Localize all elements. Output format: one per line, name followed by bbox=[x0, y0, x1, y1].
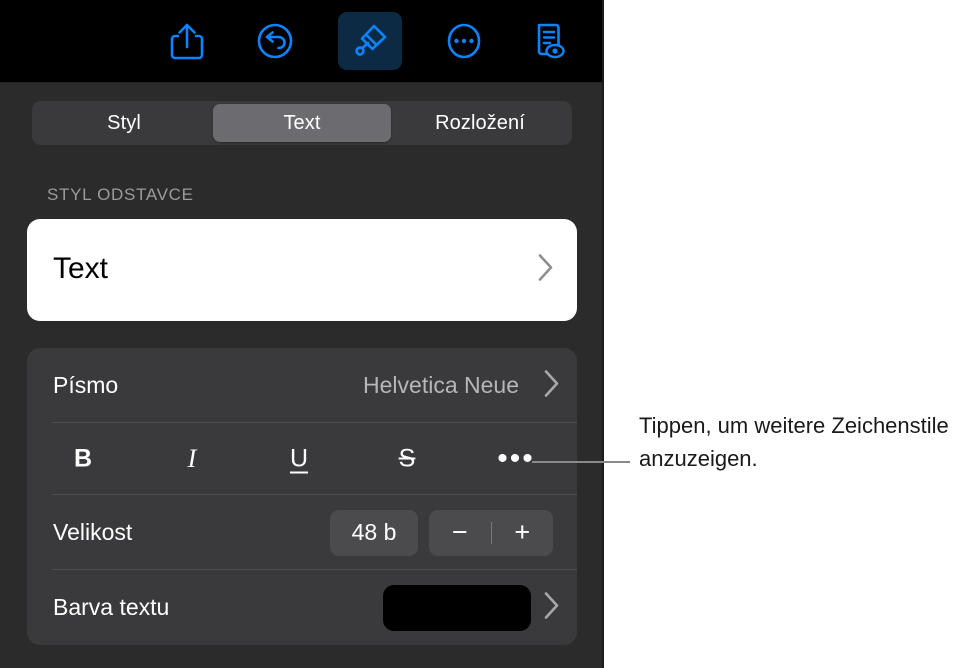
format-brush-button[interactable] bbox=[338, 12, 402, 70]
font-size-label: Velikost bbox=[53, 519, 133, 545]
inspector-tabs: Styl Text Rozložení bbox=[32, 101, 572, 145]
paragraph-style-value: Text bbox=[53, 252, 109, 285]
tab-rozlozeni[interactable]: Rozložení bbox=[391, 104, 569, 142]
font-size-increment-button[interactable]: + bbox=[492, 510, 554, 556]
text-color-row[interactable]: Barva textu bbox=[27, 570, 577, 645]
chevron-right-icon bbox=[537, 253, 555, 288]
font-size-value[interactable]: 48 b bbox=[330, 509, 418, 556]
italic-button[interactable]: I bbox=[164, 446, 220, 472]
undo-icon bbox=[256, 22, 294, 60]
font-settings-card: Písmo Helvetica Neue B I U S ••• Velikos… bbox=[27, 348, 577, 645]
chevron-right-icon bbox=[543, 590, 561, 625]
format-inspector-panel: Styl Text Rozložení STYL ODSTAVCE Text P… bbox=[0, 0, 604, 668]
paragraph-style-section-label: STYL ODSTAVCE bbox=[47, 185, 194, 204]
text-color-swatch[interactable] bbox=[383, 584, 531, 631]
strikethrough-button[interactable]: S bbox=[379, 446, 435, 472]
paragraph-style-row[interactable]: Text bbox=[27, 219, 577, 321]
tab-text[interactable]: Text bbox=[213, 104, 391, 142]
share-button[interactable] bbox=[155, 12, 219, 70]
font-size-decrement-button[interactable]: − bbox=[429, 510, 491, 556]
bold-button[interactable]: B bbox=[55, 446, 111, 472]
character-style-row: B I U S ••• bbox=[27, 423, 577, 495]
font-value: Helvetica Neue bbox=[363, 372, 519, 398]
more-options-icon bbox=[445, 22, 483, 60]
callout-text: Tippen, um weitere Zeichenstile anzuzeig… bbox=[639, 413, 949, 471]
more-options-button[interactable] bbox=[432, 12, 496, 70]
font-size-stepper: − + bbox=[429, 509, 554, 556]
text-color-label: Barva textu bbox=[53, 594, 170, 620]
document-view-button[interactable] bbox=[518, 12, 582, 70]
share-icon bbox=[170, 22, 204, 60]
underline-button[interactable]: U bbox=[271, 446, 327, 472]
font-row[interactable]: Písmo Helvetica Neue bbox=[27, 348, 577, 423]
callout-leader-line bbox=[532, 461, 630, 463]
chevron-right-icon bbox=[543, 368, 561, 403]
font-size-row: Velikost 48 b − + bbox=[27, 495, 577, 570]
undo-button[interactable] bbox=[243, 12, 307, 70]
font-label: Písmo bbox=[53, 372, 119, 398]
tab-styl[interactable]: Styl bbox=[35, 104, 213, 142]
document-view-icon bbox=[531, 21, 569, 61]
more-character-styles-button[interactable]: ••• bbox=[488, 444, 544, 474]
top-toolbar bbox=[0, 0, 602, 83]
format-brush-icon bbox=[350, 21, 390, 61]
